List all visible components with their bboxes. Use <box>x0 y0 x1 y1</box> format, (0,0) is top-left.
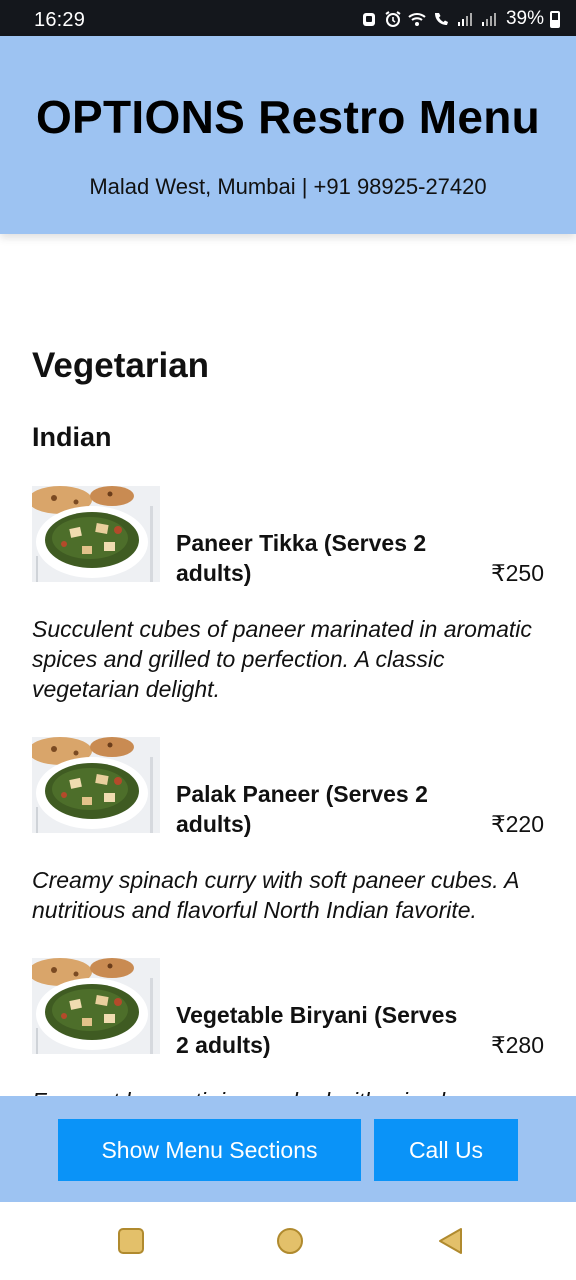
item-price: ₹280 <box>490 1032 544 1058</box>
wifi-calling-icon <box>432 10 450 28</box>
status-time: 16:29 <box>34 9 86 31</box>
item-price: ₹250 <box>490 560 544 586</box>
back-icon[interactable] <box>436 1226 466 1256</box>
recent-apps-icon[interactable] <box>116 1226 146 1256</box>
screenshot-icon <box>360 10 378 28</box>
palak-paneer-dish-image <box>32 486 160 582</box>
palak-paneer-dish-image <box>32 958 160 1054</box>
system-navigation-bar <box>0 1202 576 1280</box>
item-name: Vegetable Biryani (Serves 2 adults) <box>176 1002 458 1058</box>
home-icon[interactable] <box>275 1226 305 1256</box>
item-description: Succulent cubes of paneer marinated in a… <box>32 616 532 702</box>
battery-percentage: 39% <box>505 8 544 29</box>
item-description: Creamy spinach curry with soft paneer cu… <box>32 867 519 923</box>
item-name: Palak Paneer (Serves 2 adults) <box>176 781 428 837</box>
status-bar: 16:29 39% <box>0 0 576 36</box>
signal-icon <box>456 10 474 28</box>
restaurant-header: OPTIONS Restro Menu Malad West, Mumbai |… <box>0 36 576 234</box>
menu-content[interactable]: Vegetarian Indian Paneer Tikka (Serves 2 <box>0 234 576 1096</box>
signal-icon <box>480 10 498 28</box>
call-us-button[interactable]: Call Us <box>374 1119 518 1181</box>
battery-icon <box>550 10 560 28</box>
item-description: Fragrant basmati rice cooked with mixed … <box>32 1086 547 1096</box>
item-name: Paneer Tikka (Serves 2 adults) <box>176 530 427 586</box>
item-price: ₹220 <box>490 811 544 837</box>
bottom-action-bar: Show Menu Sections Call Us <box>0 1096 576 1202</box>
menu-item: Palak Paneer (Serves 2 adults) ₹220 Crea… <box>32 737 544 937</box>
status-icons: 39% <box>360 8 560 30</box>
subsection-title: Indian <box>32 422 112 452</box>
restaurant-contact: Malad West, Mumbai | +91 98925-27420 <box>89 174 487 199</box>
wifi-icon <box>408 10 426 28</box>
palak-paneer-dish-image <box>32 737 160 833</box>
alarm-icon <box>384 10 402 28</box>
show-menu-sections-button[interactable]: Show Menu Sections <box>58 1119 361 1181</box>
page-title: OPTIONS Restro Menu <box>35 91 541 143</box>
section-title: Vegetarian <box>32 346 210 385</box>
menu-item: Vegetable Biryani (Serves 2 adults) ₹280… <box>32 958 544 1096</box>
menu-item: Paneer Tikka (Serves 2 adults) ₹250 Succ… <box>32 486 544 706</box>
